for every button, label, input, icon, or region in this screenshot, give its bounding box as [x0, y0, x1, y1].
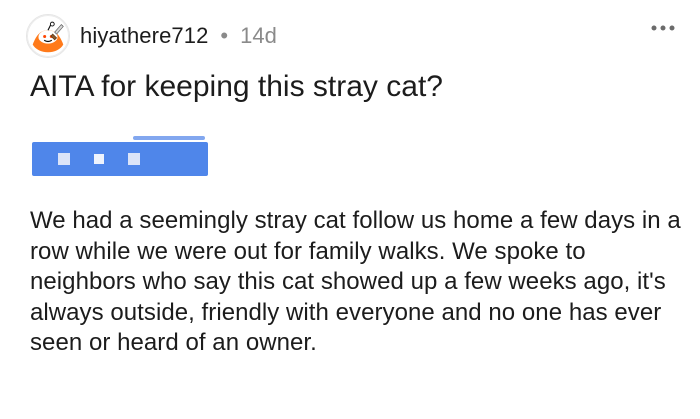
meta-separator: • — [220, 23, 229, 48]
user-avatar[interactable] — [26, 14, 70, 58]
flair-highlight — [133, 136, 205, 140]
post-header: hiyathere712 • 14d — [26, 14, 277, 58]
reddit-post: hiyathere712 • 14d AITA for keeping this… — [0, 0, 700, 419]
post-title[interactable]: AITA for keeping this stray cat? — [30, 68, 680, 106]
more-options-button[interactable] — [648, 18, 678, 38]
redaction-block — [94, 154, 104, 164]
redaction-block — [128, 153, 140, 165]
post-flair[interactable] — [32, 136, 208, 176]
post-age: 14d — [240, 23, 277, 48]
author-username[interactable]: hiyathere712 — [80, 25, 208, 47]
redaction-block — [58, 153, 70, 165]
more-horizontal-icon — [651, 25, 675, 31]
post-body: We had a seemingly stray cat follow us h… — [30, 207, 681, 356]
reddit-snoo-avatar-icon — [27, 15, 69, 57]
flair-pill — [32, 142, 208, 176]
